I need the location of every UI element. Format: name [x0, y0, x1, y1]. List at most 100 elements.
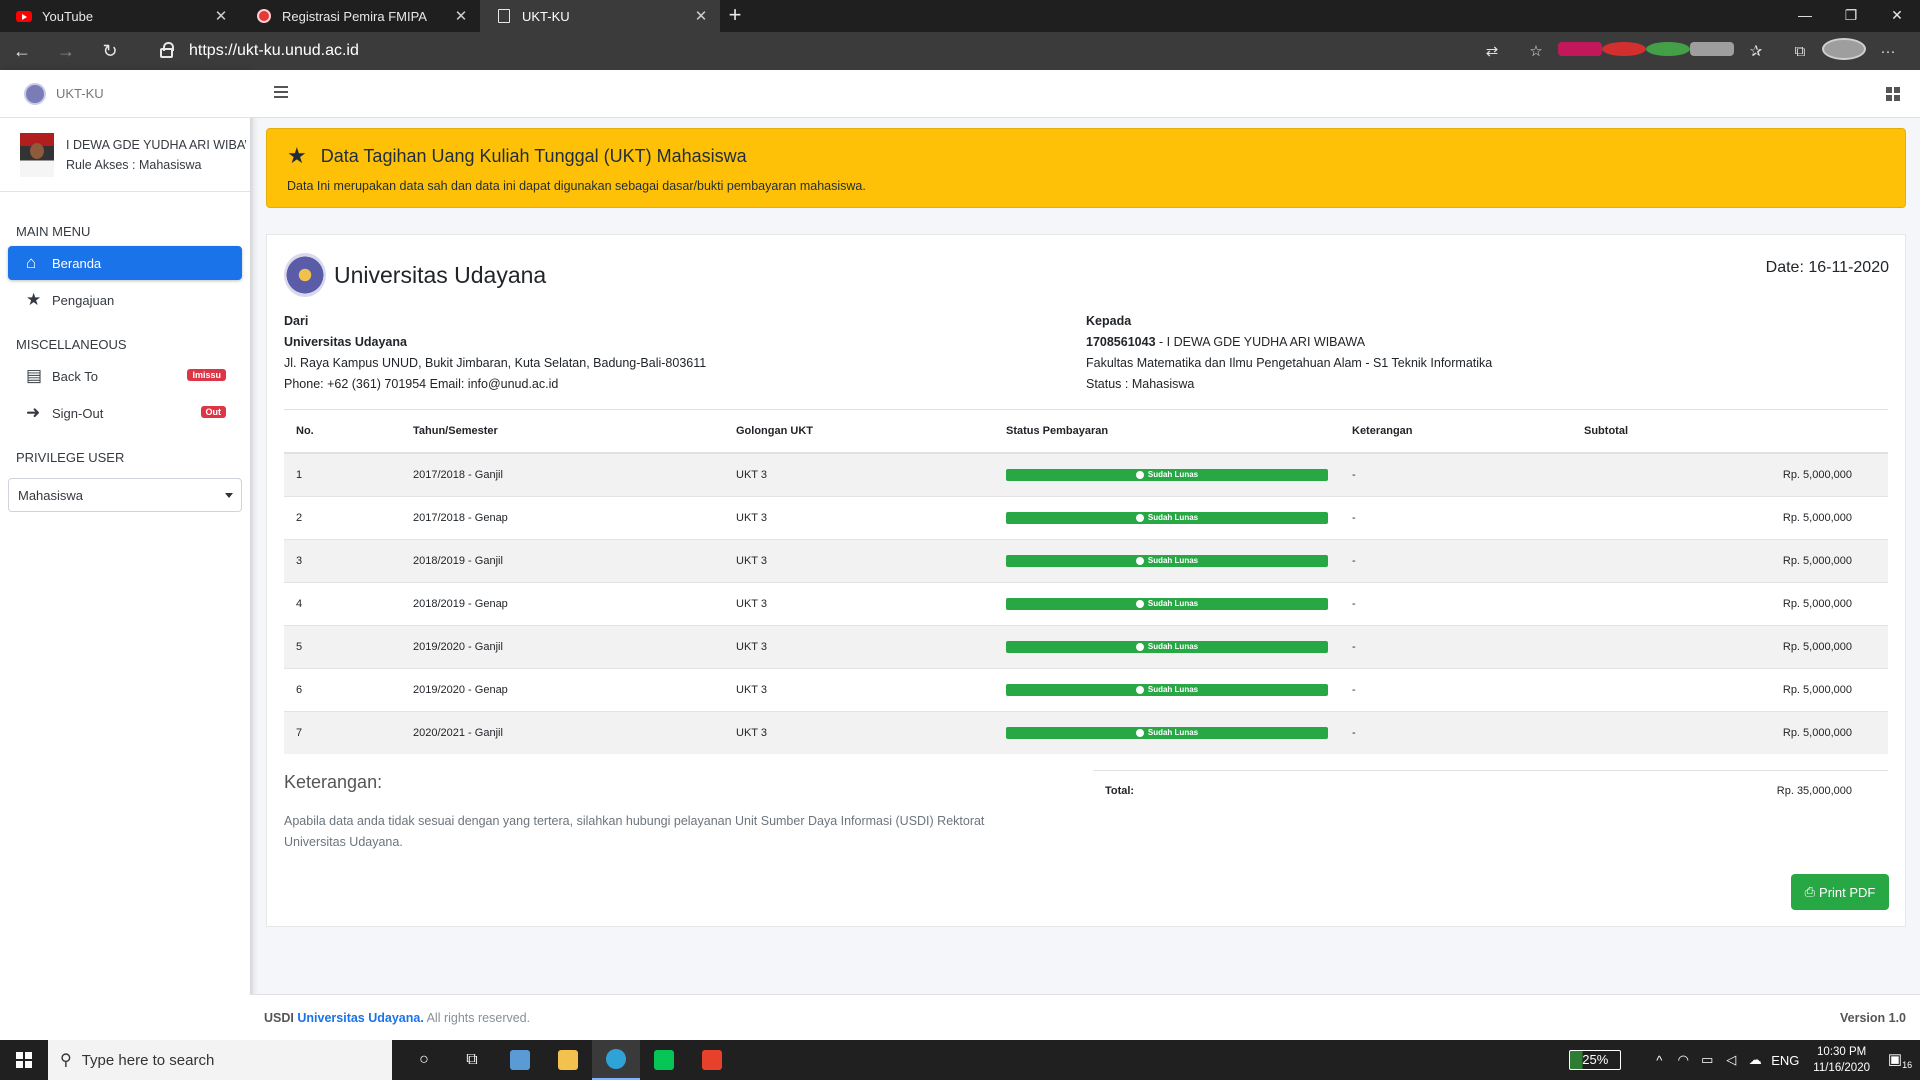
battery-icon[interactable]: ▭	[1695, 1052, 1719, 1068]
status-badge: Sudah Lunas	[1006, 683, 1328, 696]
print-pdf-button[interactable]: ⎙ Print PDF	[1791, 874, 1889, 910]
footer-org-link[interactable]: Universitas Udayana.	[297, 1011, 423, 1025]
row-status: Sudah Lunas	[994, 667, 1340, 711]
tab-label: YouTube	[42, 8, 94, 24]
from-street: Jl. Raya Kampus UNUD, Bukit Jimbaran, Ku…	[284, 356, 707, 370]
to-address: Kepada 1708561043 - I DEWA GDE YUDHA ARI…	[1086, 311, 1888, 395]
task-view-icon[interactable]: ⧉	[448, 1040, 496, 1080]
table-row: 1 2017/2018 - Ganjil UKT 3 Sudah Lunas - Rp. …	[284, 452, 1888, 496]
row-subtotal: Rp. 5,000,000	[1572, 495, 1888, 539]
check-circle-icon	[1135, 599, 1144, 608]
registration-icon	[256, 8, 272, 24]
back-icon[interactable]: ←	[0, 41, 44, 62]
total-row: Total: Rp. 35,000,000	[1092, 770, 1888, 810]
chevron-down-icon	[225, 493, 233, 498]
profile-avatar[interactable]	[1822, 38, 1866, 64]
notification-icon[interactable]: ▣16	[1880, 1050, 1920, 1070]
column-header: Subtotal	[1572, 410, 1888, 454]
favorite-star-icon[interactable]: ☆	[1514, 42, 1558, 60]
info-alert: ★ Data Tagihan Uang Kuliah Tunggal (UKT)…	[266, 128, 1906, 208]
tab-youtube[interactable]: YouTube ✕	[0, 0, 240, 32]
row-subtotal: Rp. 5,000,000	[1572, 624, 1888, 668]
footer-prefix: USDI	[264, 1010, 294, 1025]
row-semester: 2019/2020 - Ganjil	[401, 624, 724, 668]
student-faculty: Fakultas Matematika dan Ilmu Pengetahuan…	[1086, 356, 1493, 370]
extension-icon[interactable]	[1690, 42, 1734, 60]
extension-icon[interactable]	[1602, 42, 1646, 60]
cortana-icon[interactable]: ○	[400, 1040, 448, 1080]
cloud-icon[interactable]: ☁	[1743, 1052, 1767, 1068]
close-window-icon[interactable]: ✕	[1874, 0, 1920, 32]
more-icon[interactable]: ···	[1866, 43, 1910, 60]
user-panel: I DEWA GDE YUDHA ARI WIBAWA Rule Akses :…	[0, 118, 250, 192]
favorites-icon[interactable]: ✰	[1734, 42, 1778, 60]
row-golongan: UKT 3	[724, 538, 994, 582]
brand-text: UKT-KU	[56, 86, 104, 101]
row-status: Sudah Lunas	[994, 624, 1340, 668]
start-button[interactable]	[0, 1040, 48, 1080]
volume-icon[interactable]: ◁	[1719, 1052, 1743, 1068]
extension-icon[interactable]	[1558, 42, 1602, 60]
battery-indicator[interactable]: 25%	[1569, 1050, 1622, 1070]
close-icon[interactable]: ✕	[212, 7, 230, 25]
sidebar-item-sign-out[interactable]: ➜ Sign-Out Out	[8, 396, 242, 430]
footer-rights: All rights reserved.	[423, 1010, 531, 1025]
tab-ukt-ku[interactable]: UKT-KU ✕	[480, 0, 720, 32]
status-badge: Sudah Lunas	[1006, 726, 1328, 739]
close-icon[interactable]: ✕	[452, 7, 470, 25]
forward-icon[interactable]: →	[44, 41, 88, 62]
invoice: Universitas Udayana Date: 16-11-2020 Dar…	[266, 234, 1906, 927]
sidebar-item-back-to[interactable]: ▤ Back To Imissu	[8, 359, 242, 393]
university-logo-icon	[24, 82, 46, 105]
footer-version: Version 1.0	[1839, 1010, 1906, 1025]
home-icon: ⌂	[26, 253, 37, 272]
row-semester: 2020/2021 - Ganjil	[401, 710, 724, 754]
edge-browser-icon[interactable]	[592, 1040, 640, 1080]
row-semester: 2019/2020 - Genap	[401, 667, 724, 711]
sidebar-item-pengajuan[interactable]: ★ Pengajuan	[8, 283, 242, 317]
privilege-select[interactable]: Mahasiswa	[8, 478, 242, 512]
language-indicator[interactable]: ENG	[1767, 1053, 1803, 1068]
minimize-icon[interactable]: —	[1782, 0, 1828, 32]
extension-icon[interactable]	[1646, 42, 1690, 60]
search-placeholder: Type here to search	[81, 1051, 215, 1069]
row-subtotal: Rp. 5,000,000	[1572, 710, 1888, 754]
wifi-icon[interactable]: ◠	[1671, 1052, 1695, 1068]
tab-label: Registrasi Pemira FMIPA	[282, 8, 427, 24]
file-explorer-icon[interactable]	[544, 1040, 592, 1080]
printer-icon: ⎙	[1804, 884, 1816, 899]
sidebar: UKT-KU I DEWA GDE YUDHA ARI WIBAWA Rule …	[0, 70, 250, 1040]
url-field[interactable]: https://ukt-ku.unud.ac.id	[146, 36, 1526, 66]
row-no: 5	[284, 624, 401, 668]
taskbar-search[interactable]: ⚲ Type here to search	[48, 1040, 392, 1080]
brand-link[interactable]: UKT-KU	[0, 70, 250, 118]
column-header: Golongan UKT	[724, 410, 994, 454]
alert-text: Data Ini merupakan data sah dan data ini…	[287, 179, 866, 193]
restore-icon[interactable]: ❐	[1828, 0, 1874, 32]
from-name: Universitas Udayana	[284, 335, 407, 349]
reload-icon[interactable]: ↻	[88, 41, 132, 62]
apps-grid-icon[interactable]	[1886, 87, 1900, 101]
main-content: ★ Data Tagihan Uang Kuliah Tunggal (UKT)…	[266, 128, 1906, 927]
row-status: Sudah Lunas	[994, 581, 1340, 625]
collections-icon[interactable]: ⧉	[1778, 43, 1822, 60]
sidebar-item-beranda[interactable]: ⌂ Beranda	[8, 246, 242, 280]
tab-registrasi[interactable]: Registrasi Pemira FMIPA ✕	[240, 0, 480, 32]
status-label: Sudah Lunas	[1147, 556, 1199, 565]
clock[interactable]: 10:30 PM 11/16/2020	[1813, 1044, 1870, 1076]
table-row: 7 2020/2021 - Ganjil UKT 3 Sudah Lunas - Rp. …	[284, 710, 1888, 754]
clock-date: 11/16/2020	[1813, 1062, 1870, 1074]
total-value: Rp. 35,000,000	[1776, 784, 1852, 797]
close-icon[interactable]: ✕	[692, 7, 710, 25]
check-circle-icon	[1135, 728, 1144, 737]
office-app-icon[interactable]	[688, 1040, 736, 1080]
row-subtotal: Rp. 5,000,000	[1572, 452, 1888, 496]
new-tab-button[interactable]: +	[720, 0, 750, 32]
hamburger-menu-icon[interactable]	[274, 86, 288, 98]
row-semester: 2018/2019 - Genap	[401, 581, 724, 625]
chevron-up-icon[interactable]: ^	[1647, 1053, 1671, 1068]
store-app-icon[interactable]	[496, 1040, 544, 1080]
line-app-icon[interactable]	[640, 1040, 688, 1080]
translate-icon[interactable]: ⇄	[1470, 42, 1514, 60]
row-keterangan: -	[1340, 452, 1572, 496]
